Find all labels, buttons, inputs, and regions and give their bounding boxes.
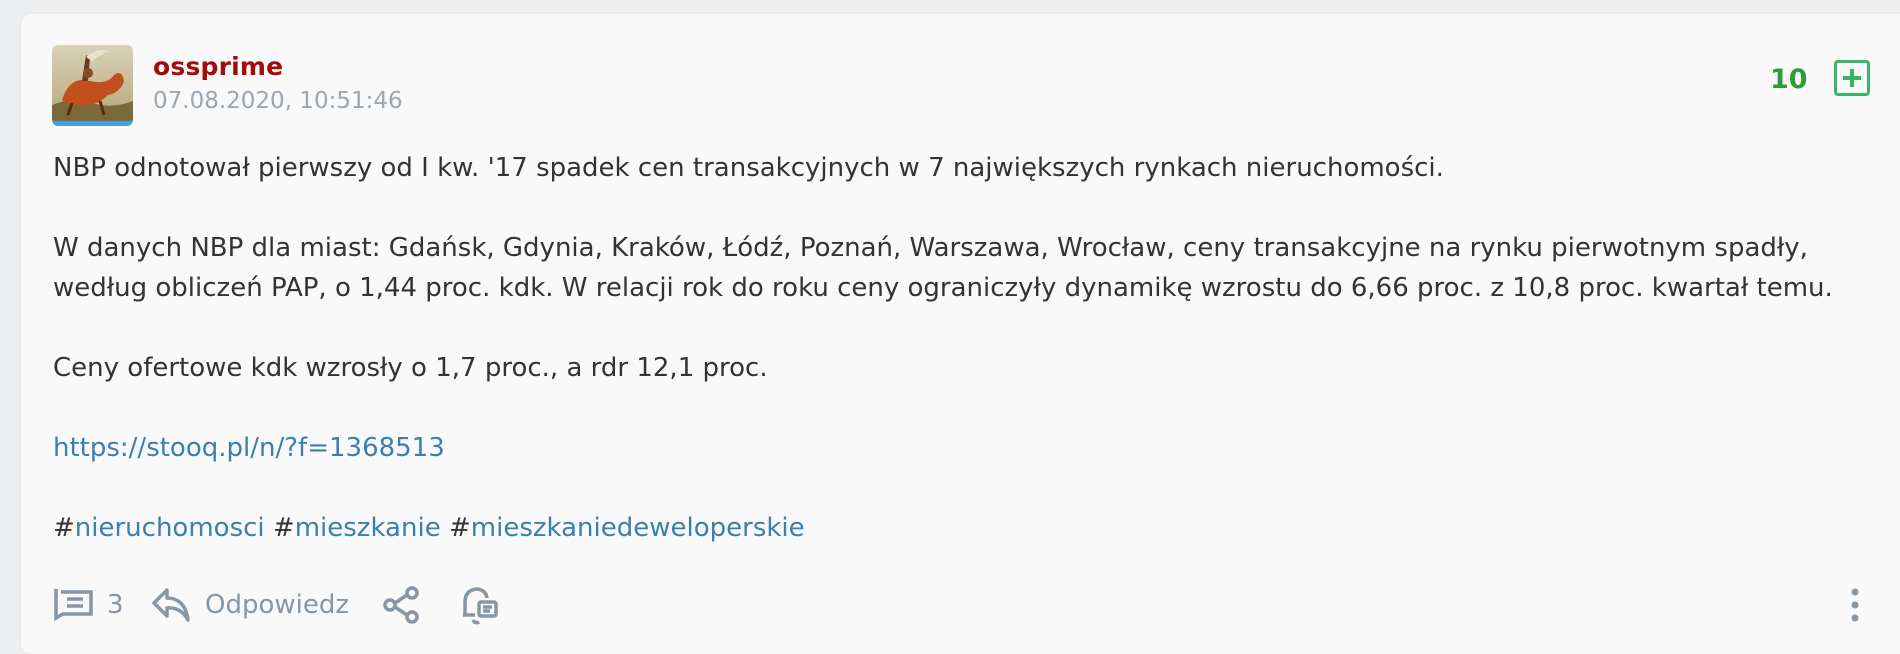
external-link[interactable]: https://stooq.pl/n/?f=1368513 [53, 433, 445, 463]
post-timestamp[interactable]: 07.08.2020, 10:51:46 [153, 88, 403, 114]
notify-button[interactable] [459, 580, 499, 630]
tag-link[interactable]: nieruchomosci [75, 513, 265, 543]
comments-button[interactable]: 3 [53, 580, 124, 630]
comments-icon [54, 589, 93, 622]
paragraph-line: W danych NBP dla miast: Gdańsk, Gdynia, … [53, 233, 1808, 263]
tags-line: #nieruchomosci #mieszkanie #mieszkaniede… [53, 508, 1873, 548]
upvote-plus-button[interactable] [1834, 60, 1870, 96]
vote-count: 10 [1770, 64, 1808, 95]
share-button[interactable] [381, 580, 421, 630]
tag-link[interactable]: mieszkaniedeweloperskie [471, 513, 805, 543]
comments-count: 3 [107, 590, 124, 620]
avatar[interactable] [52, 45, 133, 126]
tag-hash: # [272, 513, 295, 543]
reply-label: Odpowiedz [205, 590, 350, 620]
paragraph-line: według obliczeń PAP, o 1,44 proc. kdk. W… [53, 273, 1833, 303]
entry-body: NBP odnotował pierwszy od I kw. '17 spad… [53, 148, 1873, 588]
reply-button[interactable]: Odpowiedz [151, 580, 349, 630]
username[interactable]: ossprime [153, 52, 283, 81]
tag-hash: # [448, 513, 471, 543]
link-paragraph: https://stooq.pl/n/?f=1368513 [53, 428, 1873, 468]
paragraph: Ceny ofertowe kdk wzrosły o 1,7 proc., a… [53, 353, 768, 383]
tag-hash: # [53, 513, 75, 543]
more-options-button[interactable] [1850, 580, 1860, 630]
entry-footer: 3 Odpowiedz [53, 580, 1873, 630]
more-vertical-icon [1851, 588, 1859, 622]
share-icon [383, 586, 419, 624]
bell-icon [463, 587, 498, 625]
paragraph: W danych NBP dla miast: Gdańsk, Gdynia, … [53, 228, 1873, 308]
paragraph: NBP odnotował pierwszy od I kw. '17 spad… [53, 153, 1444, 183]
tag-link[interactable]: mieszkanie [295, 513, 441, 543]
reply-arrow-icon [152, 588, 190, 622]
avatar-image [52, 45, 133, 121]
